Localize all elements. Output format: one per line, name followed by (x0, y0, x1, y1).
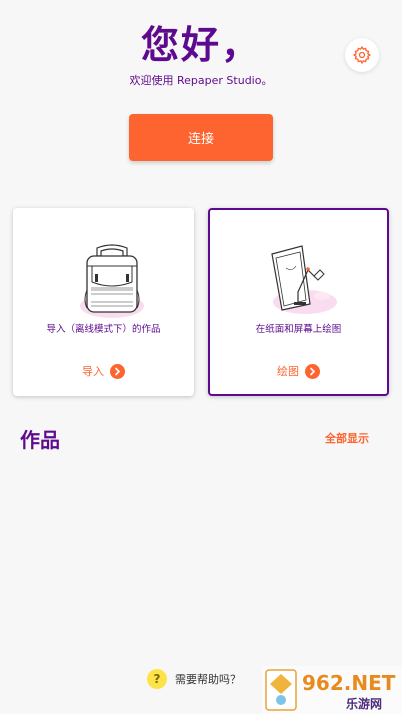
draw-action[interactable]: 绘图 (210, 363, 387, 379)
gear-icon (352, 45, 372, 65)
help-link[interactable]: ? 需要帮助吗？ (147, 669, 241, 689)
help-label: 需要帮助吗？ (175, 673, 241, 686)
draw-card[interactable]: 在纸面和屏幕上绘图 绘图 (208, 208, 389, 396)
drawing-desk-icon (271, 245, 337, 314)
import-label: 导入 (82, 365, 104, 378)
chevron-right-icon (305, 363, 320, 379)
watermark-logo: 962.NET 乐游网 (262, 666, 402, 714)
settings-button[interactable] (345, 38, 379, 72)
import-card[interactable]: 导入（离线模式下）的作品 导入 (13, 208, 194, 396)
greeting-title: 您好， (140, 23, 261, 67)
draw-description: 在纸面和屏幕上绘图 (255, 324, 342, 335)
works-section-title: 作品 (20, 428, 60, 452)
welcome-subtitle: 欢迎使用 Repaper Studio。 (129, 74, 273, 87)
import-action[interactable]: 导入 (13, 363, 194, 379)
svg-text:乐游网: 乐游网 (346, 696, 382, 711)
draw-label: 绘图 (277, 365, 299, 378)
svg-text:962.NET: 962.NET (302, 671, 396, 695)
show-all-link[interactable]: 全部显示 (325, 430, 369, 446)
question-mark-icon: ? (147, 669, 167, 689)
import-description: 导入（离线模式下）的作品 (46, 324, 161, 335)
chevron-right-icon (110, 363, 125, 379)
backpack-icon (80, 244, 144, 318)
connect-button[interactable]: 连接 (129, 114, 273, 161)
